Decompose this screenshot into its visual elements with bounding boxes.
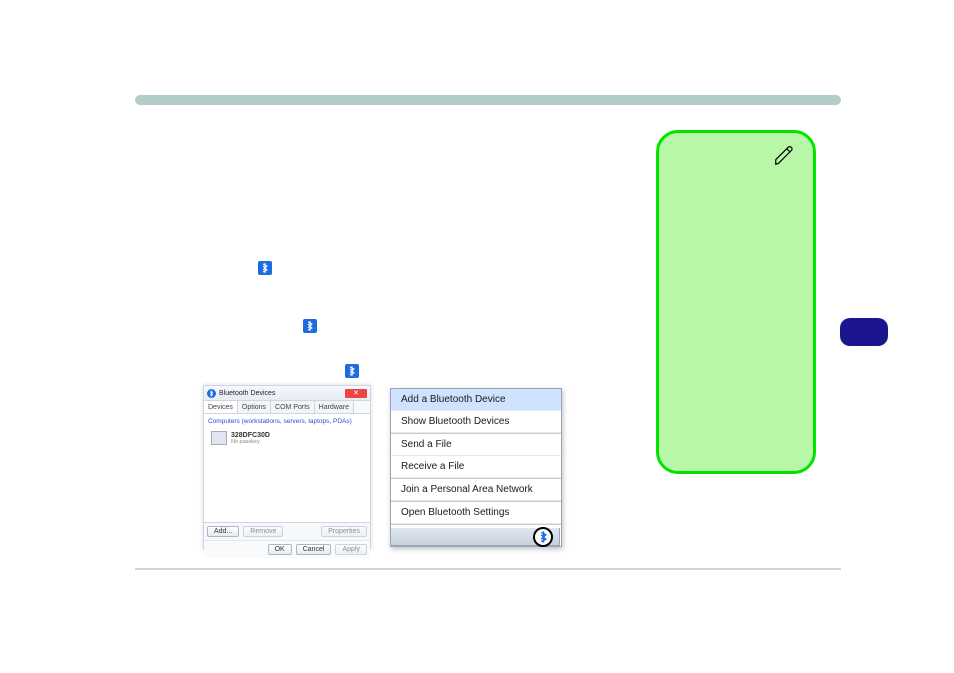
apply-button[interactable]: Apply: [335, 544, 367, 555]
menu-add-device[interactable]: Add a Bluetooth Device: [391, 389, 561, 411]
menu-receive-file[interactable]: Receive a File: [391, 456, 561, 478]
bluetooth-icon: [303, 319, 317, 333]
dialog-body: Computers (workstations, servers, laptop…: [204, 414, 370, 522]
bluetooth-icon: [345, 364, 359, 378]
bluetooth-tray-context-menu: Add a Bluetooth Device Show Bluetooth De…: [390, 388, 562, 547]
menu-join-pan[interactable]: Join a Personal Area Network: [391, 478, 561, 501]
tab-options[interactable]: Options: [238, 401, 271, 413]
bluetooth-tray-icon[interactable]: [533, 527, 553, 547]
bluetooth-devices-dialog: Bluetooth Devices ✕ Devices Options COM …: [203, 385, 371, 549]
close-button[interactable]: ✕: [345, 389, 367, 398]
cancel-button[interactable]: Cancel: [296, 544, 332, 555]
add-button[interactable]: Add...: [207, 526, 239, 537]
footer-divider: [135, 568, 841, 570]
device-subtext: No passkey: [231, 439, 270, 445]
dialog-tabs: Devices Options COM Ports Hardware: [204, 401, 370, 414]
side-tab-marker: [840, 318, 888, 346]
computer-icon: [211, 431, 227, 445]
device-name: 328DFC30D: [231, 432, 270, 439]
menu-open-settings[interactable]: Open Bluetooth Settings: [391, 501, 561, 524]
menu-send-file[interactable]: Send a File: [391, 433, 561, 456]
header-divider: [135, 95, 841, 105]
tab-com-ports[interactable]: COM Ports: [271, 401, 315, 413]
menu-show-devices[interactable]: Show Bluetooth Devices: [391, 411, 561, 433]
tab-devices[interactable]: Devices: [204, 401, 238, 413]
dialog-titlebar: Bluetooth Devices ✕: [204, 386, 370, 401]
device-category-label: Computers (workstations, servers, laptop…: [208, 418, 366, 425]
sidebar-note-panel: [656, 130, 816, 474]
pen-icon: [773, 145, 795, 172]
dialog-title: Bluetooth Devices: [219, 390, 275, 397]
device-text: 328DFC30D No passkey: [231, 432, 270, 445]
device-list-item[interactable]: 328DFC30D No passkey: [208, 428, 366, 448]
properties-button[interactable]: Properties: [321, 526, 367, 537]
bluetooth-icon: [258, 261, 272, 275]
remove-button[interactable]: Remove: [243, 526, 283, 537]
dialog-ok-row: OK Cancel Apply: [204, 540, 370, 558]
taskbar-tray-fragment: [390, 528, 560, 546]
bluetooth-icon: [207, 389, 216, 398]
dialog-action-row: Add... Remove Properties: [204, 522, 370, 540]
ok-button[interactable]: OK: [268, 544, 292, 555]
tab-hardware[interactable]: Hardware: [315, 401, 354, 413]
